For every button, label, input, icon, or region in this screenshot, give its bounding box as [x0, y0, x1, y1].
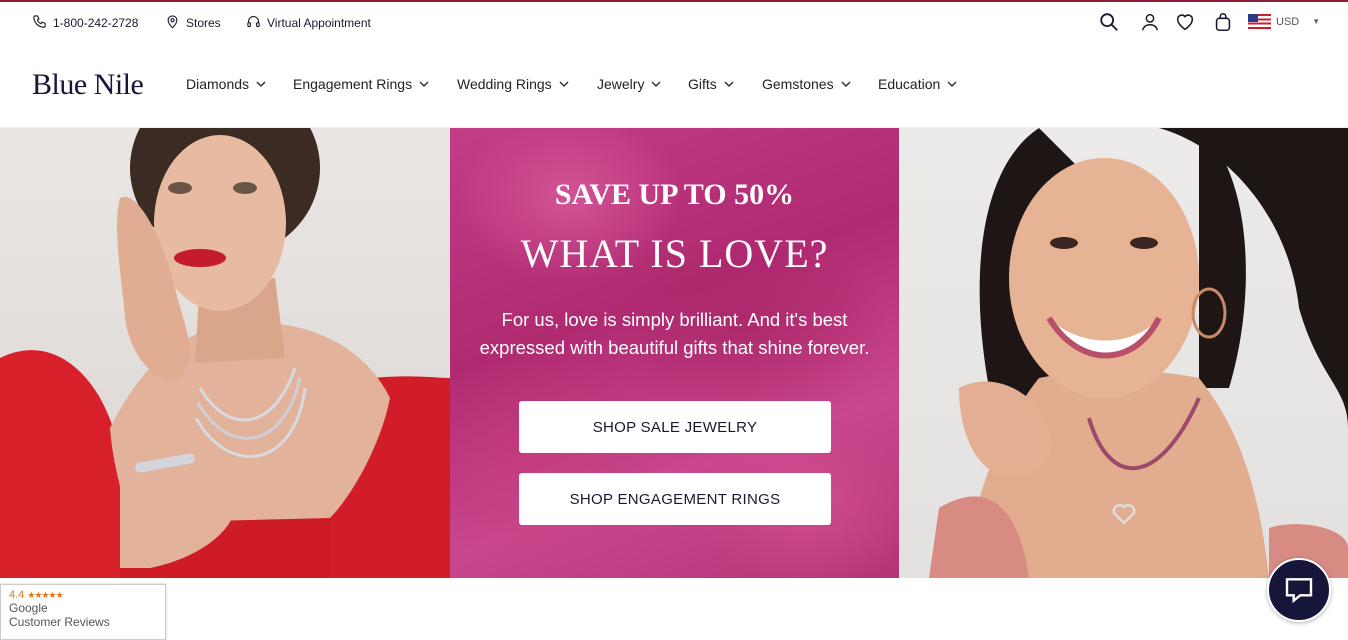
- utility-bar: 1-800-242-2728 Stores Virtual Appointmen…: [0, 2, 1348, 42]
- rating-value: 4.4: [9, 589, 25, 601]
- nav-item-label: Jewelry: [597, 76, 645, 92]
- chevron-down-icon: [256, 81, 266, 88]
- hero-model-image-left[interactable]: [0, 128, 450, 578]
- hero-eyebrow: SAVE UP TO 50%: [554, 178, 795, 211]
- review-rating: 4.4 ★★★★★: [9, 589, 157, 601]
- chevron-down-icon: [947, 81, 957, 88]
- badge-reviews-label: Customer Reviews: [9, 615, 110, 629]
- nav-item-label: Gifts: [688, 76, 717, 92]
- location-pin-icon: [165, 14, 180, 32]
- stores-link[interactable]: Stores: [165, 14, 221, 32]
- currency-selector[interactable]: USD ▼: [1248, 14, 1320, 29]
- nav-item-gifts[interactable]: Gifts: [688, 76, 735, 92]
- nav-item-education[interactable]: Education: [878, 76, 958, 92]
- nav-item-label: Diamonds: [186, 76, 250, 92]
- virtual-appointment-label: Virtual Appointment: [267, 16, 371, 30]
- hero-model-image-right[interactable]: [899, 128, 1348, 578]
- nav-item-engagement-rings[interactable]: Engagement Rings: [293, 76, 430, 92]
- star-rating-icon: ★★★★★: [27, 589, 63, 600]
- chat-bubble-icon: [1285, 578, 1313, 604]
- google-reviews-badge[interactable]: 4.4 ★★★★★ Google Customer Reviews: [0, 584, 166, 640]
- headset-icon: [246, 14, 261, 32]
- hero-description: For us, love is simply brilliant. And it…: [479, 309, 870, 358]
- chat-launcher-button[interactable]: [1267, 558, 1331, 622]
- us-flag-icon: [1248, 14, 1271, 29]
- currency-label: USD: [1276, 15, 1300, 28]
- nav-item-jewelry[interactable]: Jewelry: [597, 76, 662, 92]
- hero-title: WHAT IS LOVE?: [520, 231, 829, 276]
- shopping-bag-icon[interactable]: [1212, 11, 1234, 33]
- shop-engagement-rings-button[interactable]: SHOP ENGAGEMENT RINGS: [519, 473, 831, 525]
- hero-banner: SAVE UP TO 50% WHAT IS LOVE? For us, lov…: [0, 128, 1348, 578]
- phone-number: 1-800-242-2728: [53, 16, 139, 30]
- nav-item-label: Engagement Rings: [293, 76, 413, 92]
- brand-logo[interactable]: Blue Nile: [32, 68, 144, 102]
- nav-item-label: Wedding Rings: [457, 76, 552, 92]
- nav-item-label: Gemstones: [762, 76, 834, 92]
- nav-item-diamonds[interactable]: Diamonds: [186, 76, 267, 92]
- search-icon[interactable]: [1098, 11, 1120, 33]
- nav-item-wedding-rings[interactable]: Wedding Rings: [457, 76, 570, 92]
- nav-item-gemstones[interactable]: Gemstones: [762, 76, 852, 92]
- badge-google-label: Google: [9, 601, 48, 615]
- nav-item-label: Education: [878, 76, 941, 92]
- phone-icon: [32, 14, 47, 32]
- caret-down-icon: ▼: [1312, 17, 1321, 26]
- virtual-appointment-link[interactable]: Virtual Appointment: [246, 14, 371, 32]
- shop-sale-jewelry-button[interactable]: SHOP SALE JEWELRY: [519, 401, 831, 453]
- chevron-down-icon: [419, 81, 429, 88]
- stores-label: Stores: [186, 16, 221, 30]
- account-icon[interactable]: [1139, 11, 1161, 33]
- chevron-down-icon: [841, 81, 851, 88]
- wishlist-heart-icon[interactable]: [1174, 11, 1196, 33]
- chevron-down-icon: [651, 81, 661, 88]
- phone-link[interactable]: 1-800-242-2728: [32, 14, 138, 32]
- main-navigation: Blue Nile Diamonds Engagement Rings Wedd…: [0, 42, 1348, 128]
- chevron-down-icon: [724, 81, 734, 88]
- chevron-down-icon: [559, 81, 569, 88]
